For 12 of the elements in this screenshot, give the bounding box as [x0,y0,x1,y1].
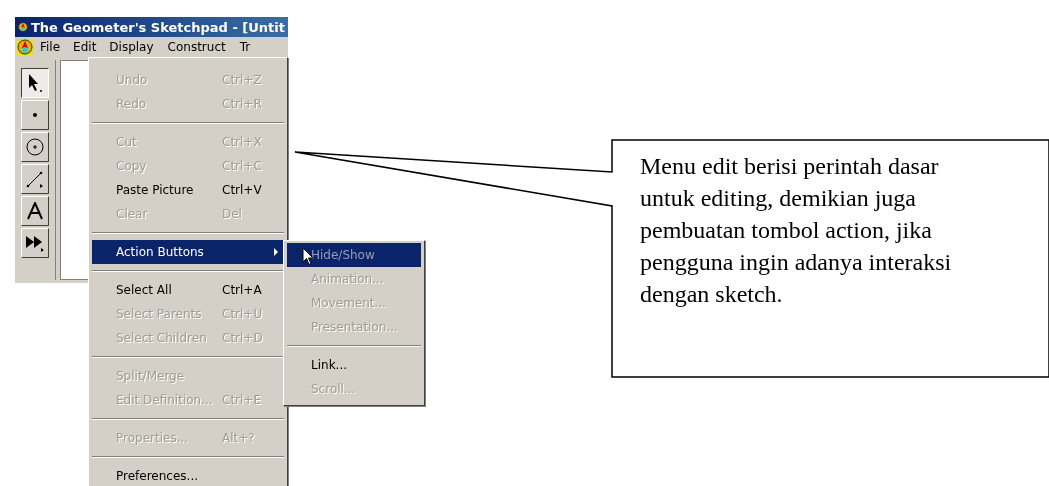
menu-item[interactable]: Paste Picture Ctrl+V [92,178,284,202]
menu-title[interactable]: Construct [160,38,233,56]
menu-item[interactable]: Select All Ctrl+A [92,278,284,302]
menu-title[interactable]: File [33,38,68,56]
menu-item[interactable]: Link... [287,353,421,377]
menu-item[interactable]: Preferences... [92,464,284,486]
menu-title[interactable]: Tr [232,38,258,56]
callout-text: Menu edit berisi perintah dasar untuk editing, demikian juga pembuatan tombol action, jika pengguna ingin adanya interaksi dengan sketch. [640,152,953,309]
menu-title[interactable]: Display [102,38,161,56]
window-title: The Geometer's Sketchpad - [Untit [30,19,285,35]
menu-item[interactable]: Action Buttons [92,240,284,264]
menu-title[interactable]: Edit [67,39,103,55]
